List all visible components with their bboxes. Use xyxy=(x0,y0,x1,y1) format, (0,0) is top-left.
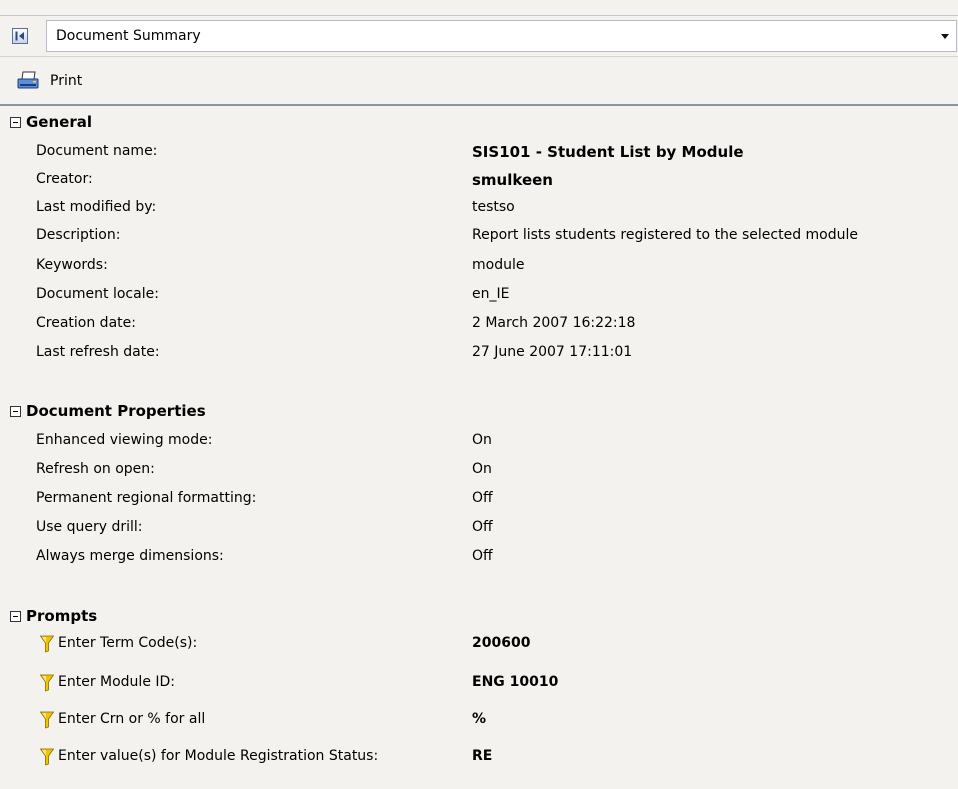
prompt-label: Enter Crn or % for all xyxy=(58,711,206,727)
property-row: Creator: smulkeen xyxy=(0,170,958,192)
property-label: Permanent regional formatting: xyxy=(36,490,257,506)
section-properties-header: Document Properties xyxy=(10,402,206,420)
property-value: Off xyxy=(472,548,493,564)
section-title-properties: Document Properties xyxy=(26,402,206,420)
section-title-prompts: Prompts xyxy=(26,607,98,625)
property-label: Use query drill: xyxy=(36,519,143,535)
property-row: Document name: SIS101 - Student List by … xyxy=(0,142,958,164)
property-row: Always merge dimensions: Off xyxy=(0,547,958,569)
section-title-general: General xyxy=(26,113,92,131)
panel-header: Document Summary xyxy=(0,15,958,55)
section-prompts-header: Prompts xyxy=(10,607,97,625)
property-value: testso xyxy=(472,199,515,215)
panel-title-dropdown[interactable]: Document Summary xyxy=(46,20,957,52)
minus-square-icon[interactable] xyxy=(10,116,21,128)
section-general-header: General xyxy=(10,113,92,131)
property-label: Enhanced viewing mode: xyxy=(36,432,213,448)
filter-funnel-icon xyxy=(40,635,54,653)
property-value: Off xyxy=(472,519,493,535)
filter-funnel-icon xyxy=(40,711,54,729)
property-row: Last modified by: testso xyxy=(0,198,958,220)
property-label: Document locale: xyxy=(36,286,159,302)
top-strip xyxy=(0,0,958,15)
property-value: 27 June 2007 17:11:01 xyxy=(472,344,633,360)
minus-square-icon[interactable] xyxy=(10,405,21,417)
property-label: Last refresh date: xyxy=(36,344,160,360)
prompt-label: Enter value(s) for Module Registration S… xyxy=(58,748,379,764)
prompt-value: 200600 xyxy=(472,635,531,651)
property-row: Enhanced viewing mode: On xyxy=(0,431,958,453)
property-row: Last refresh date: 27 June 2007 17:11:01 xyxy=(0,343,958,365)
property-value: Report lists students registered to the … xyxy=(472,227,859,243)
print-button[interactable]: Print xyxy=(10,67,90,95)
property-row: Permanent regional formatting: Off xyxy=(0,489,958,511)
property-label: Keywords: xyxy=(36,257,108,273)
property-row: Use query drill: Off xyxy=(0,518,958,540)
prompt-value: % xyxy=(472,711,487,727)
prompt-value: RE xyxy=(472,748,493,764)
property-label: Description: xyxy=(36,227,121,243)
property-row: Description: Report lists students regis… xyxy=(0,226,958,248)
property-value: SIS101 - Student List by Module xyxy=(472,143,744,161)
chevron-down-icon xyxy=(941,34,949,39)
toolbar: Print xyxy=(0,56,958,104)
prompt-row: Enter value(s) for Module Registration S… xyxy=(0,746,958,770)
property-value: On xyxy=(472,432,492,448)
property-value: Off xyxy=(472,490,493,506)
collapse-panel-icon xyxy=(15,31,24,41)
property-value: 2 March 2007 16:22:18 xyxy=(472,315,636,331)
property-value: smulkeen xyxy=(472,171,553,189)
property-row: Document locale: en_IE xyxy=(0,285,958,307)
property-label: Document name: xyxy=(36,143,158,159)
summary-content: General Document name: SIS101 - Student … xyxy=(0,106,958,789)
property-label: Always merge dimensions: xyxy=(36,548,224,564)
property-label: Creation date: xyxy=(36,315,136,331)
panel-title: Document Summary xyxy=(56,28,201,44)
property-row: Refresh on open: On xyxy=(0,460,958,482)
property-value: en_IE xyxy=(472,286,510,302)
prompt-label: Enter Term Code(s): xyxy=(58,635,198,651)
prompt-row: Enter Module ID: ENG 10010 xyxy=(0,672,958,696)
print-label: Print xyxy=(50,73,83,89)
collapse-panel-button[interactable] xyxy=(12,28,28,44)
property-value: module xyxy=(472,257,525,273)
property-row: Keywords: module xyxy=(0,256,958,278)
prompt-value: ENG 10010 xyxy=(472,674,559,690)
filter-funnel-icon xyxy=(40,748,54,766)
filter-funnel-icon xyxy=(40,674,54,692)
minus-square-icon[interactable] xyxy=(10,610,21,622)
printer-icon xyxy=(17,71,39,89)
property-value: On xyxy=(472,461,492,477)
property-label: Refresh on open: xyxy=(36,461,155,477)
prompt-label: Enter Module ID: xyxy=(58,674,176,690)
prompt-row: Enter Crn or % for all % xyxy=(0,709,958,733)
property-label: Creator: xyxy=(36,171,93,187)
property-label: Last modified by: xyxy=(36,199,157,215)
prompt-row: Enter Term Code(s): 200600 xyxy=(0,633,958,657)
property-row: Creation date: 2 March 2007 16:22:18 xyxy=(0,314,958,336)
